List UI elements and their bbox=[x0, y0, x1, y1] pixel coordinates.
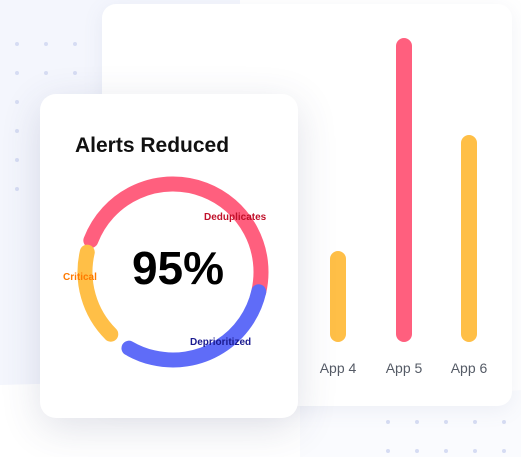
decor-dot bbox=[444, 420, 448, 424]
bar-app-4 bbox=[330, 251, 346, 342]
decor-dot bbox=[44, 42, 48, 46]
decor-dot bbox=[502, 420, 506, 424]
decor-dot bbox=[73, 71, 77, 75]
decor-dot bbox=[15, 129, 19, 133]
bar-app-6 bbox=[461, 135, 477, 342]
bar-label-app-5: App 5 bbox=[385, 360, 423, 376]
decor-dot bbox=[386, 449, 390, 453]
bar-label-app-6: App 6 bbox=[450, 360, 488, 376]
decor-dot bbox=[73, 42, 77, 46]
decor-dot bbox=[15, 158, 19, 162]
decor-dot bbox=[415, 420, 419, 424]
decor-dot bbox=[473, 420, 477, 424]
bar-label-app-4: App 4 bbox=[319, 360, 357, 376]
decor-dot bbox=[415, 449, 419, 453]
alerts-reduced-card: Alerts Reduced 95% Deduplicates Depriori… bbox=[40, 94, 298, 418]
deduplicates-label: Deduplicates bbox=[204, 212, 267, 223]
decor-dot bbox=[44, 71, 48, 75]
decor-dot bbox=[15, 42, 19, 46]
decor-dot bbox=[473, 449, 477, 453]
alerts-reduced-percent: 95% bbox=[131, 242, 225, 294]
decor-dot bbox=[386, 420, 390, 424]
decor-dot bbox=[444, 449, 448, 453]
decor-dot bbox=[15, 71, 19, 75]
critical-label: Critical bbox=[63, 272, 97, 283]
decor-dot bbox=[15, 100, 19, 104]
decor-dot bbox=[15, 187, 19, 191]
bar-app-5 bbox=[396, 38, 412, 342]
decor-dot bbox=[502, 449, 506, 453]
deprioritized-label: Deprioritized bbox=[190, 337, 252, 348]
